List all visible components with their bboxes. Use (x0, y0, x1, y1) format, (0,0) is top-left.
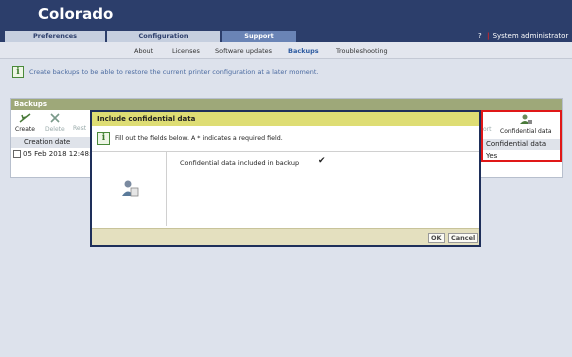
user-menu[interactable]: | System administrator (487, 32, 568, 40)
dialog-intro: i Fill out the fields below. A * indicat… (92, 126, 479, 152)
column-header-confidential[interactable]: Confidential data (483, 139, 560, 150)
confidential-column-highlight: ort Confidential data Confidential data … (481, 110, 562, 162)
create-icon (19, 113, 31, 123)
info-text: Create backups to be able to restore the… (29, 68, 319, 76)
subtab-troubleshooting[interactable]: Troubleshooting (336, 47, 388, 55)
info-icon: i (12, 66, 24, 78)
help-link[interactable]: ? (478, 32, 482, 40)
delete-label: Delete (45, 126, 65, 133)
info-banner: i Create backups to be able to restore t… (12, 66, 319, 78)
confidential-data-button[interactable]: Confidential data (500, 114, 552, 135)
tab-configuration[interactable]: Configuration (107, 31, 220, 42)
subtab-about[interactable]: About (134, 47, 153, 55)
app-header: Colorado (0, 0, 572, 31)
ok-button[interactable]: OK (428, 233, 445, 243)
create-button[interactable]: Create (15, 113, 35, 133)
info-icon: i (97, 132, 110, 145)
user-name: System administrator (492, 32, 569, 40)
tab-support[interactable]: Support (222, 31, 296, 42)
restore-label: Rest (73, 125, 87, 132)
delete-icon (50, 113, 60, 123)
delete-button[interactable]: Delete (45, 113, 65, 133)
dialog-body: Confidential data included in backup ✔ (92, 152, 479, 226)
confidential-user-icon (122, 180, 139, 197)
table-row[interactable]: 05 Feb 2018 12:48: (11, 150, 91, 158)
row-confidential-value: Yes (486, 152, 498, 160)
sort-button[interactable]: ort (483, 126, 492, 133)
dialog-footer: OK Cancel (92, 228, 479, 245)
app-title: Colorado (38, 5, 114, 23)
confidential-data-label: Confidential data (500, 128, 552, 135)
user-marker-icon: | (487, 32, 490, 40)
create-label: Create (15, 126, 35, 133)
restore-button[interactable]: Rest (73, 125, 86, 132)
sub-navigation: About Licenses Software updates Backups … (0, 42, 572, 59)
row-checkbox[interactable] (13, 150, 21, 158)
dialog-title: Include confidential data (92, 112, 479, 126)
confidential-field-label: Confidential data included in backup (180, 159, 300, 167)
cancel-button[interactable]: Cancel (448, 233, 479, 243)
confidential-user-icon (519, 114, 532, 124)
column-header-creation-date[interactable]: Creation date (11, 137, 91, 148)
include-confidential-dialog: Include confidential data i Fill out the… (90, 110, 481, 247)
subtab-licenses[interactable]: Licenses (172, 47, 200, 55)
dialog-intro-text: Fill out the fields below. A * indicates… (115, 135, 283, 142)
dialog-icon-column (92, 152, 167, 226)
main-tabs: Preferences Configuration Support ? | Sys… (0, 31, 572, 42)
backups-title: Backups (11, 99, 562, 110)
sort-label: ort (483, 126, 492, 133)
confidential-checkbox[interactable]: ✔ (318, 156, 326, 166)
subtab-software-updates[interactable]: Software updates (215, 47, 272, 55)
row-date: 05 Feb 2018 12:48: (23, 150, 92, 158)
tab-preferences[interactable]: Preferences (5, 31, 105, 42)
subtab-backups[interactable]: Backups (288, 47, 319, 55)
